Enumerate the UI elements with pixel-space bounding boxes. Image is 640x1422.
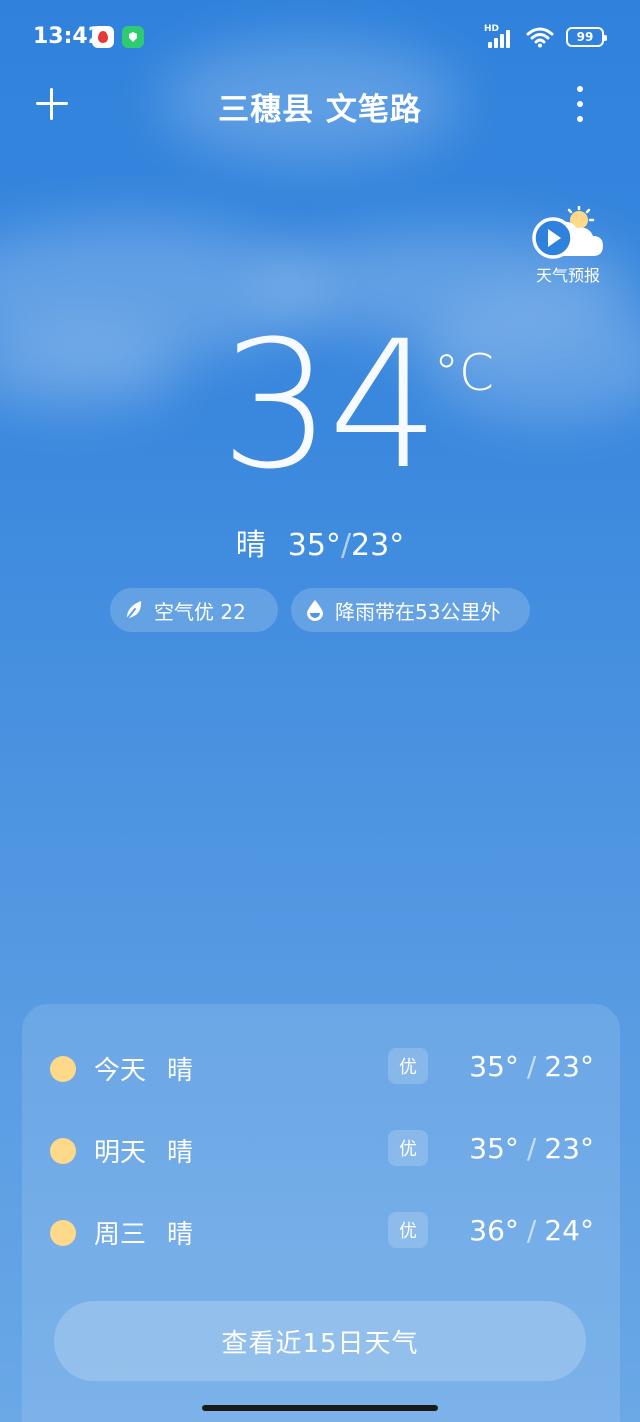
forecast-low: 23° — [544, 1050, 594, 1083]
home-indicator[interactable] — [202, 1405, 438, 1411]
forecast-row-tomorrow[interactable]: 明天 晴 优 35°/23° — [22, 1126, 620, 1176]
wifi-icon — [526, 27, 554, 48]
forecast-separator: / — [526, 1214, 537, 1247]
forecast-aqi-badge: 优 — [388, 1130, 428, 1166]
menu-dot-icon — [577, 86, 583, 92]
battery-icon: 99 — [566, 27, 607, 47]
menu-dot-icon — [577, 116, 583, 122]
current-condition: 晴 — [235, 528, 266, 563]
weather-video-button[interactable]: 天气预报 — [527, 206, 609, 286]
forecast-condition: 晴 — [167, 1138, 194, 1168]
more-menu-button[interactable] — [572, 86, 588, 122]
leaf-icon — [126, 601, 142, 620]
forecast-aqi-badge: 优 — [388, 1048, 428, 1084]
rain-text: 降雨带在53公里外 — [335, 599, 501, 624]
view-15-day-button[interactable]: 查看近15日天气 — [54, 1301, 586, 1381]
forecast-low: 23° — [544, 1132, 594, 1165]
forecast-row-today[interactable]: 今天 晴 优 35°/23° — [22, 1044, 620, 1094]
sun-icon — [50, 1138, 76, 1164]
play-cloud-sun-icon — [532, 206, 603, 259]
forecast-day: 周三 — [94, 1220, 147, 1250]
forecast-condition: 晴 — [167, 1220, 194, 1250]
forecast-hilo: 35°/23° — [469, 1050, 594, 1083]
map-pin-app-icon — [92, 26, 114, 48]
menu-dot-icon — [577, 101, 583, 107]
forecast-row-wednesday[interactable]: 周三 晴 优 36°/24° — [22, 1208, 620, 1258]
forecast-separator: / — [526, 1050, 537, 1083]
location-title: 三穗县 文笔路 — [218, 92, 422, 128]
forecast-high: 35° — [469, 1050, 519, 1083]
air-quality-chip[interactable]: 空气优 22 — [110, 588, 278, 632]
hilo-separator: / — [340, 528, 352, 563]
forecast-low: 24° — [544, 1214, 594, 1247]
water-drop-icon — [307, 600, 323, 621]
forecast-day: 今天 — [94, 1056, 147, 1086]
current-condition-row: 晴 35°/23° — [0, 520, 640, 564]
forecast-hilo: 36°/24° — [469, 1214, 594, 1247]
forecast-separator: / — [526, 1132, 537, 1165]
current-temperature: 34 — [220, 303, 440, 508]
shield-app-icon — [122, 26, 144, 48]
sun-icon — [50, 1220, 76, 1246]
rain-chip[interactable]: 降雨带在53公里外 — [291, 588, 530, 632]
current-high: 35° — [287, 528, 341, 563]
forecast-hilo: 35°/23° — [469, 1132, 594, 1165]
air-quality-text: 空气优 22 — [154, 599, 246, 624]
forecast-day: 明天 — [94, 1138, 147, 1168]
sun-icon — [50, 1056, 76, 1082]
weather-video-label: 天气预报 — [535, 266, 600, 285]
forecast-high: 35° — [469, 1132, 519, 1165]
current-low: 23° — [351, 528, 405, 563]
forecast-high: 36° — [469, 1214, 519, 1247]
forecast-aqi-badge: 优 — [388, 1212, 428, 1248]
signal-icon: HD — [484, 24, 514, 48]
forecast-condition: 晴 — [167, 1056, 194, 1086]
status-bar: 13:42 HD 99 — [0, 0, 640, 76]
temperature-unit: °C — [434, 344, 494, 402]
